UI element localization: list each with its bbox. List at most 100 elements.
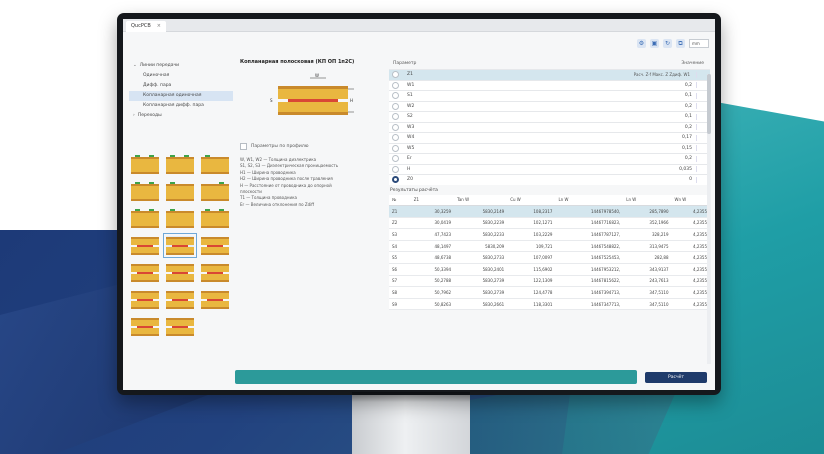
stackup-thumbnail-19[interactable] [131,317,159,336]
param-row[interactable]: H 0,035 [389,163,710,174]
stackup-thumbnail-6[interactable] [201,182,229,201]
stackup-thumbnail-16[interactable] [131,290,159,309]
param-label: W1 [407,82,415,88]
param-row[interactable]: W1 0,2 [389,79,710,90]
results-row[interactable]: Z2 30,0419 5830,2239 102,1271 14467716823, 35… [389,217,710,230]
results-row[interactable]: S4 48,1497 5830,209 109,721 14467548822, 313,… [389,240,710,253]
param-radio[interactable] [392,176,399,184]
copy-icon[interactable]: ⧉ [676,38,685,48]
diagram-label-s: S [270,98,273,103]
param-row[interactable]: S2 0,1 [389,111,710,122]
param-lock-icon[interactable] [696,134,706,141]
scrollbar[interactable] [707,74,711,364]
scrollbar-thumb[interactable] [707,74,711,134]
calculate-button[interactable]: Расчёт [645,372,707,383]
param-row[interactable]: Er 0,2 [389,153,710,164]
stackup-thumbnail-13[interactable] [131,263,159,282]
stackup-thumbnail-7[interactable] [131,209,159,228]
tab-close-icon[interactable]: × [157,23,161,29]
stackup-thumbnail-10[interactable] [131,236,159,255]
param-radio[interactable] [392,102,399,110]
param-lock-icon[interactable] [696,155,706,162]
results-cell: 103,2229 [507,228,556,241]
stackup-thumbnail-4[interactable] [131,182,159,201]
parameter-legend: W, W1, W2 — Толщина диэлектрика S1, S2, … [240,157,390,208]
results-row[interactable]: S5 48,6738 5830,2733 107,0097 14467525453, 28… [389,251,710,264]
results-cell: 14467716823, [555,217,624,230]
param-radio[interactable] [392,134,399,142]
param-radio[interactable] [392,71,399,79]
param-row[interactable]: W3 0,2 [389,121,710,132]
results-cell: 5830,2661 [454,298,508,311]
param-radio[interactable] [392,123,399,131]
results-row[interactable]: S8 50,7962 5830,2739 124,4778 14467394713, 34… [389,286,710,299]
stackup-thumbnail-15[interactable] [201,263,229,282]
param-radio[interactable] [392,144,399,152]
results-cell: 14467978540, [555,205,624,218]
stackup-thumbnail-1[interactable] [131,155,159,174]
results-column-header[interactable]: № [389,194,411,206]
results-row[interactable]: Z1 30,3259 5830,2149 108,2317 14467978540, 28… [389,205,710,218]
param-lock-icon[interactable] [696,82,706,89]
tree-item-coplanar-diff[interactable]: Копланарная дифф. пара [129,101,233,111]
param-radio[interactable] [392,92,399,100]
tab-main[interactable]: QucPCB × [126,21,166,32]
stackup-thumbnail-12[interactable] [201,236,229,255]
param-row[interactable]: W2 0,2 [389,100,710,111]
param-label: W5 [407,145,415,151]
results-cell: 50,3394 [410,263,455,276]
param-row[interactable]: W5 0,15 [389,142,710,153]
results-column-header[interactable]: Ln W [555,194,624,206]
results-column-header[interactable]: Tan W [454,194,508,206]
results-row[interactable]: S6 50,3394 5830,2401 115,6902 14467953212, 34… [389,263,710,276]
stackup-thumbnail-9[interactable] [201,209,229,228]
stackup-thumbnail-3[interactable] [201,155,229,174]
stackup-thumbnail-17[interactable] [166,290,194,309]
results-cell: 14467787127, [555,228,624,241]
param-lock-icon[interactable] [696,92,706,99]
param-radio[interactable] [392,113,399,121]
stackup-thumbnail-14[interactable] [166,263,194,282]
results-row[interactable]: S9 50,8263 5830,2661 118,3301 14467347713, 34… [389,298,710,311]
tree-item-transitions[interactable]: › Переходы [129,111,233,121]
results-row[interactable]: S3 47,7423 5830,2233 103,2229 14467787127, 32… [389,228,710,241]
tree-item-diff[interactable]: Дифф. пара [129,81,233,91]
results-row[interactable]: S7 50,2788 5830,2739 122,1309 14467815622, 24… [389,275,710,288]
refresh-icon[interactable]: ↻ [663,38,672,48]
param-lock-icon[interactable] [696,71,706,78]
param-row[interactable]: Z1 Расч. Z-f Макс. Z Zдиф. W1 [389,69,710,80]
results-column-header[interactable]: Ln W [623,194,672,206]
gear-icon[interactable]: ⚙ [637,38,646,48]
results-cell: 5830,2733 [454,251,508,264]
structure-tree: ⌄ Линии передачи Одиночная Дифф. пара Коп… [129,61,233,121]
param-lock-icon[interactable] [696,124,706,131]
param-row[interactable]: W4 0,17 [389,132,710,143]
profile-params-checkbox[interactable] [240,143,247,150]
stackup-thumbnail-8[interactable] [166,209,194,228]
param-lock-icon[interactable] [696,166,706,173]
param-lock-icon[interactable] [696,176,706,183]
param-lock-icon[interactable] [696,103,706,110]
param-lock-icon[interactable] [696,113,706,120]
param-row[interactable]: S1 0,1 [389,90,710,101]
stackup-thumbnail-18[interactable] [201,290,229,309]
stackup-thumbnail-11[interactable] [163,233,197,258]
save-icon[interactable]: ▣ [650,38,659,48]
param-lock-icon[interactable] [696,145,706,152]
results-cell: 4,2355 [671,298,710,311]
results-column-header[interactable]: Z1 [410,194,455,206]
param-radio[interactable] [392,165,399,173]
param-radio[interactable] [392,155,399,163]
param-radio[interactable] [392,81,399,89]
tree-item-lines[interactable]: ⌄ Линии передачи [129,61,233,71]
stackup-thumbnail-20[interactable] [166,317,194,336]
units-select[interactable]: mm [689,38,709,48]
stackup-thumbnail-5[interactable] [166,182,194,201]
results-cell: 4,2355 [671,275,710,288]
stackup-thumbnail-2[interactable] [166,155,194,174]
results-column-header[interactable]: Cu W [507,194,556,206]
tree-item-single[interactable]: Одиночная [129,71,233,81]
param-row[interactable]: Z0 0 [389,174,710,185]
results-column-header[interactable]: Wn W [671,194,710,206]
tree-item-coplanar-single[interactable]: Копланарная одиночная [129,91,233,101]
